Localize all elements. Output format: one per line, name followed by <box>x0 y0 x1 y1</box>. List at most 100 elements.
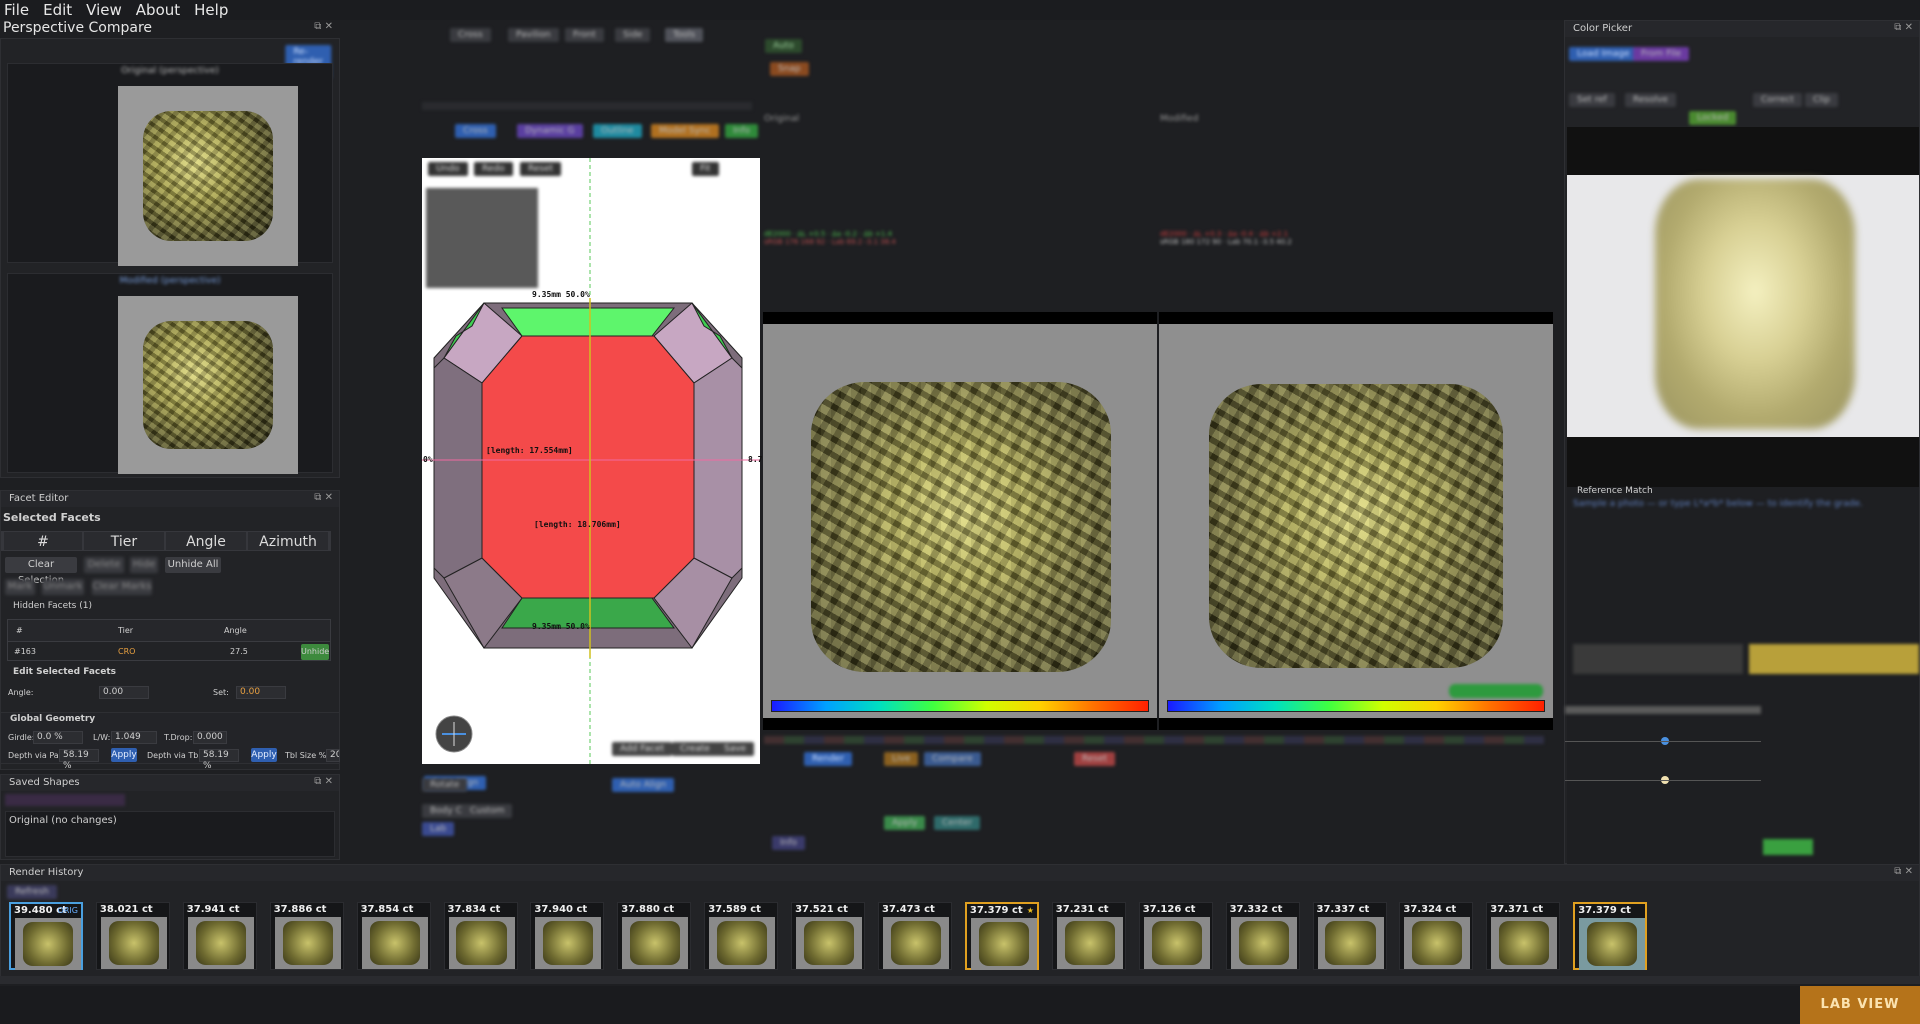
length-label-1: [length: 17.554mm] <box>486 446 573 455</box>
history-item-carat: 37.880 ct <box>621 904 675 915</box>
depth-pav-input[interactable]: 58.19 % <box>59 749 99 771</box>
top-dimension-label: 9.35mm 50.0% <box>532 290 590 299</box>
unmark-button[interactable]: Unmark <box>42 579 84 595</box>
history-item[interactable]: 37.379 ct ★ <box>964 902 1039 970</box>
saved-shape-item[interactable]: Original (no changes) <box>9 815 117 826</box>
set-input[interactable]: 0.00 <box>236 686 286 699</box>
selected-facets-heading: Selected Facets <box>3 511 101 524</box>
history-item-carat: 37.379 ct <box>969 905 1023 916</box>
history-item[interactable]: 37.473 ct <box>878 902 952 970</box>
length-label-2: [length: 18.706mm] <box>534 520 621 529</box>
panel-controls-icon[interactable]: ⧉ ✕ <box>1894 866 1913 877</box>
history-item[interactable]: 37.880 ct <box>617 902 692 970</box>
panel-controls-icon[interactable]: ⧉ ✕ <box>314 492 333 503</box>
hidden-row-id: #163 <box>14 647 36 656</box>
edit-selected-heading: Edit Selected Facets <box>13 667 116 677</box>
history-item[interactable]: 37.126 ct <box>1138 902 1213 970</box>
history-item-thumbnail <box>535 917 602 969</box>
hidden-facets-table: # Tier Angle #163 CRO 27.5 Unhide <box>7 619 331 661</box>
menu-view[interactable]: View <box>86 1 122 19</box>
set-label: Set: <box>213 688 229 697</box>
history-item[interactable]: 37.854 ct <box>356 902 431 970</box>
panel-controls-icon[interactable]: ⧉ ✕ <box>314 21 333 32</box>
hidden-row-tier: CRO <box>118 647 136 656</box>
lab-view-button[interactable]: LAB VIEW <box>1800 986 1920 1024</box>
panel-controls-icon[interactable]: ⧉ ✕ <box>1894 22 1913 33</box>
menu-about[interactable]: About <box>136 1 180 19</box>
modified-spectrum-bar <box>1167 700 1545 712</box>
saved-shapes-title: Saved Shapes <box>1 775 339 791</box>
delete-button[interactable]: Delete <box>84 557 124 573</box>
apply-depth-tbl-button[interactable]: Apply <box>251 748 277 762</box>
history-item-thumbnail <box>1317 917 1384 969</box>
saved-shapes-list: Original (no changes) <box>5 811 335 857</box>
facet-editor-title: Facet Editor <box>1 491 339 507</box>
hide-button[interactable]: Hide <box>130 557 158 573</box>
history-item[interactable]: 39.480 ct ORIG <box>9 902 83 970</box>
history-item[interactable]: 37.379 ct <box>1573 902 1648 970</box>
original-render-view[interactable] <box>763 324 1157 718</box>
history-item-tag: ★ <box>1026 906 1034 915</box>
modified-gem-render <box>1209 384 1503 668</box>
menu-help[interactable]: Help <box>194 1 228 19</box>
history-item[interactable]: 37.941 ct <box>182 902 257 970</box>
history-item[interactable]: 37.834 ct <box>443 902 518 970</box>
modified-perspective-image <box>118 296 298 474</box>
history-item-carat: 37.834 ct <box>447 904 501 915</box>
mark-button[interactable]: Mark <box>5 579 35 595</box>
lw-input[interactable]: 1.049 <box>111 731 157 744</box>
history-item[interactable]: 37.231 ct <box>1051 902 1126 970</box>
unhide-button[interactable]: Unhide <box>301 644 329 660</box>
unhide-all-button[interactable]: Unhide All <box>165 557 221 573</box>
apply-depth-pav-button[interactable]: Apply <box>111 748 137 762</box>
hidden-facets-heading: Hidden Facets (1) <box>13 601 92 611</box>
history-item[interactable]: 38.021 ct <box>95 902 170 970</box>
angle-input[interactable]: 0.00 <box>99 686 149 699</box>
color-picker-panel: Color Picker ⧉ ✕ Load Image From File Se… <box>1564 20 1920 865</box>
col-tier[interactable]: Tier <box>83 531 165 551</box>
menu-edit[interactable]: Edit <box>43 1 72 19</box>
clear-marks-button[interactable]: Clear Marks <box>92 579 152 595</box>
history-item[interactable]: 37.940 ct <box>530 902 605 970</box>
menu-file[interactable]: File <box>4 1 29 19</box>
history-item-carat: 37.332 ct <box>1229 904 1283 915</box>
depth-tbl-input[interactable]: 58.19 % <box>199 749 239 771</box>
history-item[interactable]: 37.589 ct <box>704 902 779 970</box>
tbl-size-label: Tbl Size %: <box>285 751 329 760</box>
depth-pav-label: Depth via Pav: <box>8 751 66 760</box>
history-item[interactable]: 37.886 ct <box>269 902 344 970</box>
history-item-carat: 37.324 ct <box>1403 904 1457 915</box>
right-percent-label: 8.7 <box>748 455 763 464</box>
clear-selection-button[interactable]: Clear Selection <box>5 557 77 586</box>
history-item-thumbnail <box>1056 917 1123 969</box>
history-item-thumbnail <box>100 917 167 969</box>
original-spectrum-bar <box>771 700 1149 712</box>
modified-perspective-frame: Modified (perspective) <box>7 273 333 474</box>
history-item[interactable]: 37.337 ct <box>1312 902 1387 970</box>
history-item-carat: 38.021 ct <box>99 904 153 915</box>
history-item[interactable]: 37.521 ct <box>791 902 866 970</box>
perspective-title: Perspective Compare <box>3 20 153 36</box>
tdrop-input[interactable]: 0.000 <box>193 731 227 744</box>
original-gem-render <box>811 382 1111 672</box>
angle-label: Angle: <box>8 688 34 697</box>
col-azimuth[interactable]: Azimuth <box>247 531 329 551</box>
col-angle[interactable]: Angle <box>165 531 247 551</box>
history-item[interactable]: 37.324 ct <box>1399 902 1474 970</box>
reference-photo[interactable] <box>1567 175 1919 437</box>
render-history-title: Render History <box>1 865 1919 881</box>
col-number[interactable]: # <box>3 531 83 551</box>
modified-render-view[interactable] <box>1159 324 1553 718</box>
history-item-carat: 37.941 ct <box>186 904 240 915</box>
history-item-carat: 37.521 ct <box>795 904 848 915</box>
weight-tracker-overlay <box>426 188 538 288</box>
facet-diagram[interactable]: Undo Redo Reset Fit 9.35mm 50.0% 9.35mm … <box>422 158 763 764</box>
view-toggle-buttons: Cross Dynamic G Outline Model Sync Info <box>455 124 759 140</box>
girdle-input[interactable]: 0.0 % <box>33 731 83 744</box>
history-item[interactable]: 37.371 ct <box>1486 902 1561 970</box>
history-scrollbar[interactable] <box>0 976 1920 984</box>
history-item-carat: 37.379 ct <box>1578 905 1631 916</box>
tbl-size-input[interactable]: 20.0 % <box>326 749 340 762</box>
history-item[interactable]: 37.332 ct <box>1225 902 1300 970</box>
panel-controls-icon[interactable]: ⧉ ✕ <box>314 776 333 787</box>
